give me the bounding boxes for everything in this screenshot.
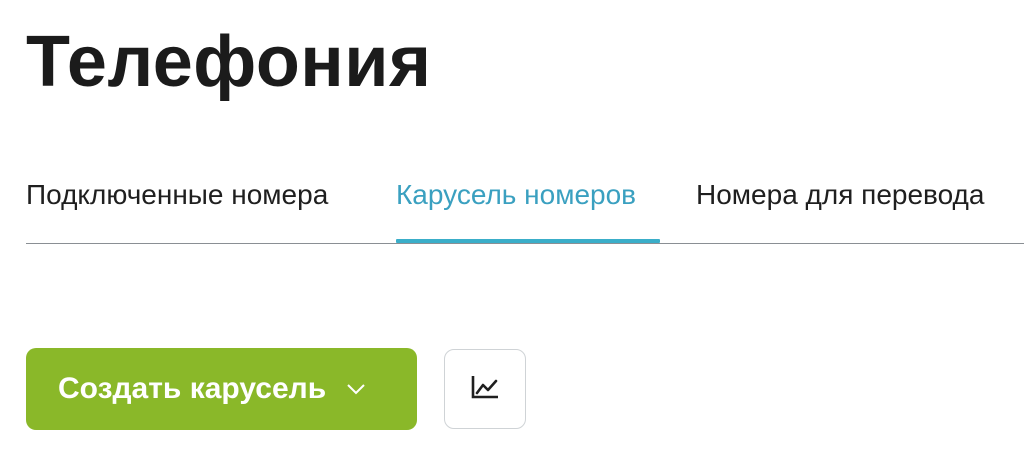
- tabs-bar: Подключенные номера Карусель номеров Ном…: [26, 170, 1024, 244]
- tab-connected-numbers[interactable]: Подключенные номера: [26, 170, 328, 242]
- create-carousel-label: Создать карусель: [58, 372, 327, 405]
- chevron-down-icon: [346, 382, 366, 396]
- statistics-button[interactable]: [444, 349, 526, 429]
- tabs-divider: [26, 243, 1024, 244]
- tab-transfer-numbers[interactable]: Номера для перевода: [696, 170, 984, 242]
- telephony-page: Телефония Подключенные номера Карусель н…: [0, 0, 1024, 463]
- line-chart-icon: [470, 374, 500, 405]
- tab-number-carousel[interactable]: Карусель номеров: [396, 170, 636, 242]
- page-title: Телефония: [26, 22, 432, 102]
- create-carousel-button[interactable]: Создать карусель: [26, 348, 417, 430]
